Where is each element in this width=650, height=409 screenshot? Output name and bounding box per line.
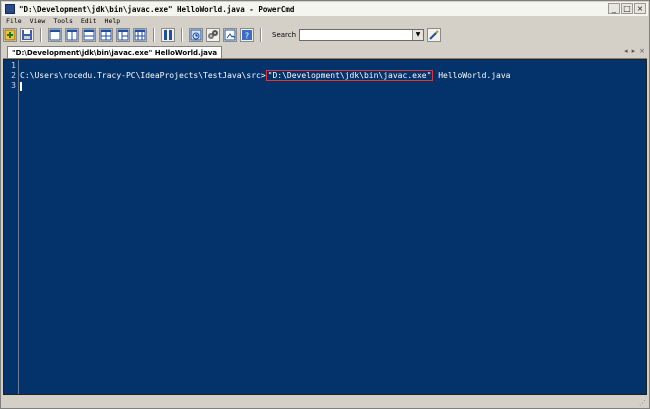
text-cursor — [20, 82, 22, 91]
menu-tools[interactable]: Tools — [53, 16, 73, 26]
toolbar-separator — [181, 28, 183, 42]
menu-edit[interactable]: Edit — [81, 16, 97, 26]
maximize-button[interactable]: □ — [621, 3, 633, 14]
screenshot-icon[interactable] — [223, 28, 237, 42]
title-bar[interactable]: "D:\Development\jdk\bin\javac.exe" Hello… — [2, 2, 648, 16]
console-editor[interactable]: 1 2 3 C:\Users\rocedu.Tracy-PC\IdeaProje… — [3, 59, 647, 395]
settings-icon[interactable] — [206, 28, 220, 42]
line-number: 3 — [11, 81, 16, 90]
app-window: "D:\Development\jdk\bin\javac.exe" Hello… — [0, 0, 650, 409]
toolbar: ? Search ▼ — [3, 26, 647, 44]
columns-icon[interactable] — [161, 28, 175, 42]
layout-split-horizontal-icon[interactable] — [82, 28, 96, 42]
svg-text:?: ? — [245, 32, 249, 41]
highlighted-command: "D:\Development\jdk\bin\javac.exe" — [265, 70, 434, 81]
new-console-icon[interactable] — [3, 28, 17, 42]
window-controls: _ □ × — [608, 3, 646, 14]
window-title: "D:\Development\jdk\bin\javac.exe" Hello… — [19, 4, 295, 14]
command-argument: HelloWorld.java — [433, 71, 511, 80]
chevron-down-icon[interactable]: ▼ — [412, 30, 424, 40]
search-input[interactable]: ▼ — [299, 29, 425, 41]
layout-three-icon[interactable] — [116, 28, 130, 42]
resize-grip-icon[interactable]: ⋰ — [639, 399, 646, 407]
tab-controls: ◂ ▸ × — [624, 47, 645, 55]
help-icon[interactable]: ? — [240, 28, 254, 42]
menu-bar: File View Tools Edit Help — [3, 16, 120, 26]
minimize-button[interactable]: _ — [608, 3, 620, 14]
layout-split-vertical-icon[interactable] — [65, 28, 79, 42]
save-icon[interactable] — [20, 28, 34, 42]
toolbar-separator — [40, 28, 42, 42]
layout-grid-icon[interactable] — [133, 28, 147, 42]
layout-quad-icon[interactable] — [99, 28, 113, 42]
tab-bar: "D:\Development\jdk\bin\javac.exe" Hello… — [3, 46, 647, 59]
history-icon[interactable] — [189, 28, 203, 42]
layout-single-icon[interactable] — [48, 28, 62, 42]
menu-help[interactable]: Help — [105, 16, 121, 26]
line-number-gutter: 1 2 3 — [4, 60, 19, 394]
tab-close-icon[interactable]: × — [639, 47, 645, 55]
console-line-2: C:\Users\rocedu.Tracy-PC\IdeaProjects\Te… — [20, 70, 511, 81]
status-bar: ⋰ — [3, 397, 647, 407]
search-label: Search — [272, 31, 297, 39]
clear-search-icon[interactable] — [427, 28, 442, 42]
line-number: 1 — [11, 61, 16, 70]
toolbar-separator — [153, 28, 155, 42]
menu-view[interactable]: View — [30, 16, 46, 26]
toolbar-separator — [260, 28, 262, 42]
menu-file[interactable]: File — [6, 16, 22, 26]
close-button[interactable]: × — [634, 3, 646, 14]
tab-helloworld[interactable]: "D:\Development\jdk\bin\javac.exe" Hello… — [7, 46, 223, 58]
tab-scroll-left-icon[interactable]: ◂ — [624, 47, 628, 55]
app-icon — [5, 4, 15, 14]
prompt-path: C:\Users\rocedu.Tracy-PC\IdeaProjects\Te… — [20, 71, 266, 80]
line-number: 2 — [11, 71, 16, 80]
tab-scroll-right-icon[interactable]: ▸ — [632, 47, 636, 55]
